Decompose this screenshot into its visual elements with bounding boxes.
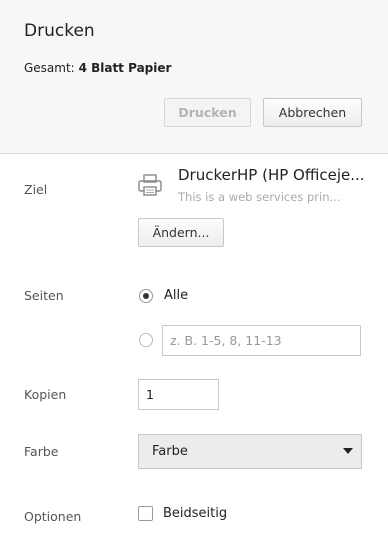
pages-range-input[interactable] [162,325,361,356]
summary-label: Gesamt: [24,61,75,75]
page-title: Drucken [24,21,95,41]
cancel-button[interactable]: Abbrechen [263,98,362,127]
pages-all-label[interactable]: Alle [164,288,188,303]
color-select-value: Farbe [152,444,188,459]
printer-icon [138,174,162,196]
options-label: Optionen [24,509,82,524]
sheet-summary: Gesamt: 4 Blatt Papier [24,61,171,75]
destination-label: Ziel [24,182,48,197]
destination-name: DruckerHP (HP Officeje... [178,166,365,184]
print-button[interactable]: Drucken [164,98,251,127]
color-select[interactable]: Farbe [138,434,362,469]
print-header: Drucken Gesamt: 4 Blatt Papier Drucken A… [0,0,388,154]
pages-custom-radio[interactable] [139,333,153,347]
copies-label: Kopien [24,387,67,402]
duplex-checkbox[interactable] [138,506,153,521]
summary-value: 4 Blatt Papier [78,61,172,75]
destination-description: This is a web services prin... [178,190,341,204]
chevron-down-icon [343,448,353,454]
pages-all-radio[interactable] [139,289,153,303]
pages-label: Seiten [24,288,64,303]
change-destination-button[interactable]: Ändern... [138,218,224,247]
color-label: Farbe [24,444,59,459]
duplex-label[interactable]: Beidseitig [163,506,227,521]
copies-input[interactable] [138,379,219,410]
